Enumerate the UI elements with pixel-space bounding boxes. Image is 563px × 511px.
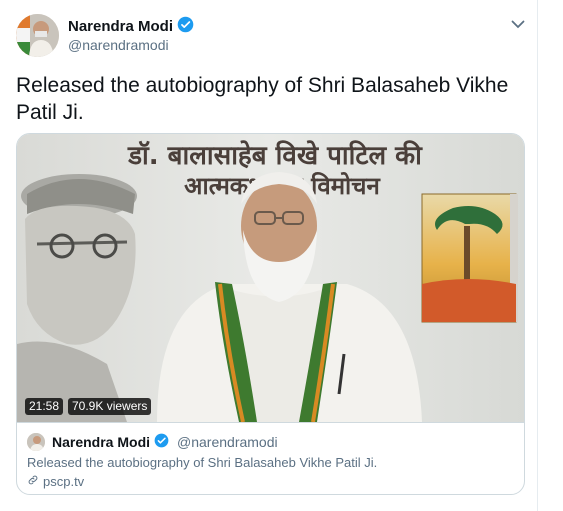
media-card[interactable]: डॉ. बालासाहेब विखे पाटिल की आत्मकथा का व… <box>16 133 525 495</box>
tweet-text: Released the autobiography of Shri Balas… <box>16 74 509 124</box>
duration-badge: 21:58 <box>25 398 64 415</box>
card-link-text: pscp.tv <box>43 474 85 489</box>
verified-badge-icon <box>177 16 194 37</box>
chevron-down-icon[interactable] <box>508 14 528 34</box>
author-name-text: Narendra Modi <box>68 18 174 35</box>
video-thumbnail[interactable]: डॉ. बालासाहेब विखे पाटिल की आत्मकथा का व… <box>17 134 524 422</box>
card-text: Released the autobiography of Shri Balas… <box>27 455 378 470</box>
avatar[interactable] <box>16 14 59 57</box>
card-avatar <box>27 433 45 451</box>
author-name[interactable]: Narendra Modi <box>68 16 194 37</box>
card-footer[interactable]: Narendra Modi @narendramodi Released the… <box>17 422 524 494</box>
author-handle[interactable]: @narendramodi <box>68 37 169 53</box>
banner-line-1: डॉ. बालासाहेब विखे पाटिल की <box>127 140 423 171</box>
viewers-badge: 70.9K viewers <box>68 398 152 415</box>
card-author-handle: @narendramodi <box>177 434 278 450</box>
card-author: Narendra Modi @narendramodi <box>52 433 278 451</box>
card-author-name: Narendra Modi <box>52 434 151 450</box>
video-frame: डॉ. बालासाहेब विखे पाटिल की आत्मकथा का व… <box>17 134 524 422</box>
link-icon <box>27 474 39 489</box>
verified-badge-icon <box>154 433 169 451</box>
card-link[interactable]: pscp.tv <box>27 474 84 489</box>
tweet-container: Narendra Modi @narendramodi Released the… <box>0 0 538 511</box>
